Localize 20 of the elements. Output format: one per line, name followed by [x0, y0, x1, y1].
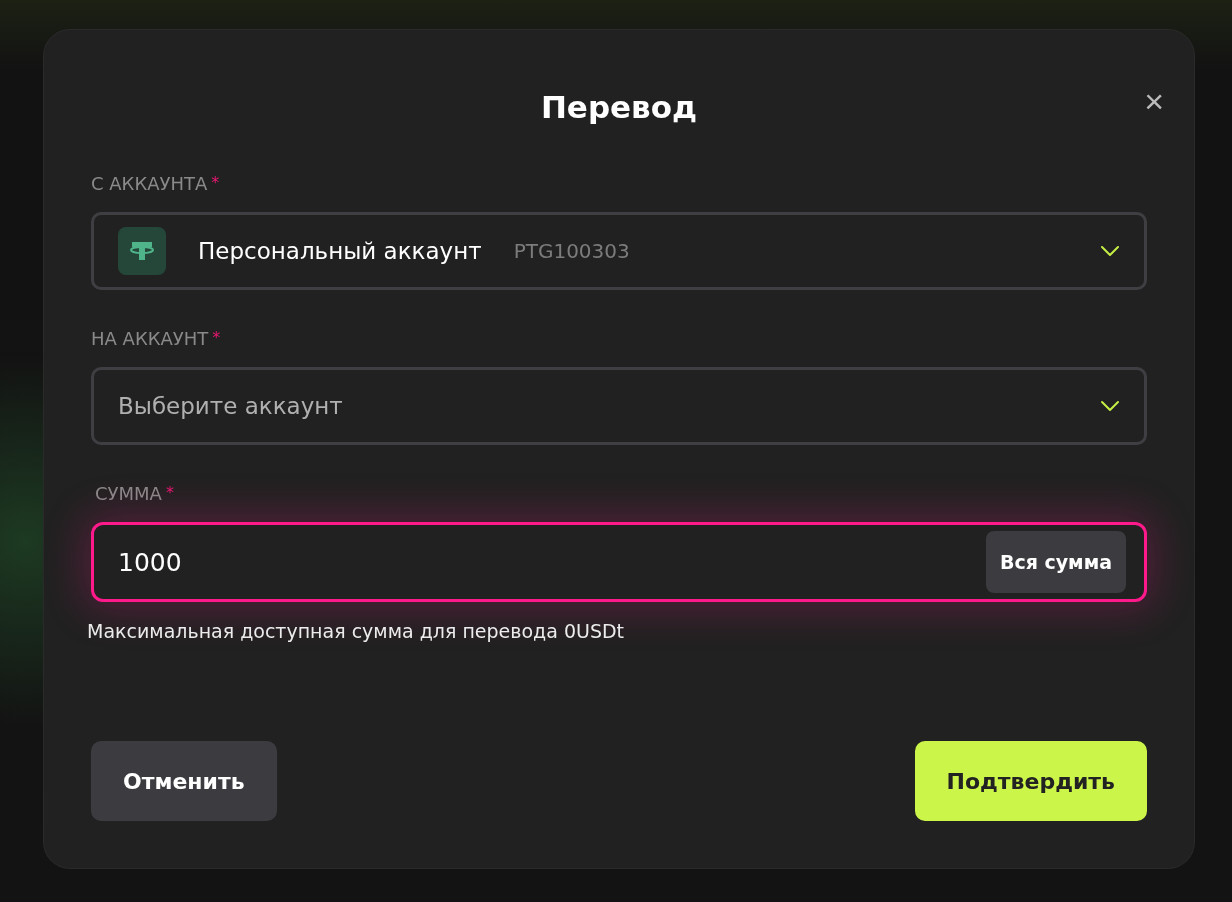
field-label: НА АККАУНТ: [91, 328, 209, 349]
hint-text: Максимальная доступная сумма для перевода 0USDt: [87, 620, 626, 642]
dropdown-placeholder: Выберите аккаунт: [118, 393, 343, 419]
chevron-down-icon: [1100, 245, 1120, 257]
account-dropdown[interactable]: Персональный аккаунт PTG100303: [91, 212, 1147, 290]
account-id: PTG100303: [513, 239, 630, 263]
required-mark: *: [212, 328, 221, 347]
max-amount-button[interactable]: Вся сумма: [985, 531, 1126, 593]
close-button[interactable]: ×: [1138, 82, 1170, 120]
chevron-down-icon: [1100, 400, 1120, 412]
field-label: СУММА: [95, 483, 162, 504]
field-label: С АККАУНТА: [91, 173, 208, 194]
cancel-button[interactable]: Отменить: [91, 741, 277, 821]
dialog-title: Перевод: [539, 92, 699, 123]
required-mark: *: [165, 483, 174, 502]
account-name: Персональный аккаунт: [198, 238, 482, 264]
required-mark: *: [211, 173, 220, 192]
account-dropdown[interactable]: Выберите аккаунт: [91, 367, 1147, 445]
amount-field[interactable]: 1000 Вся сумма: [91, 522, 1147, 602]
confirm-button[interactable]: Подтвердить: [914, 741, 1147, 821]
